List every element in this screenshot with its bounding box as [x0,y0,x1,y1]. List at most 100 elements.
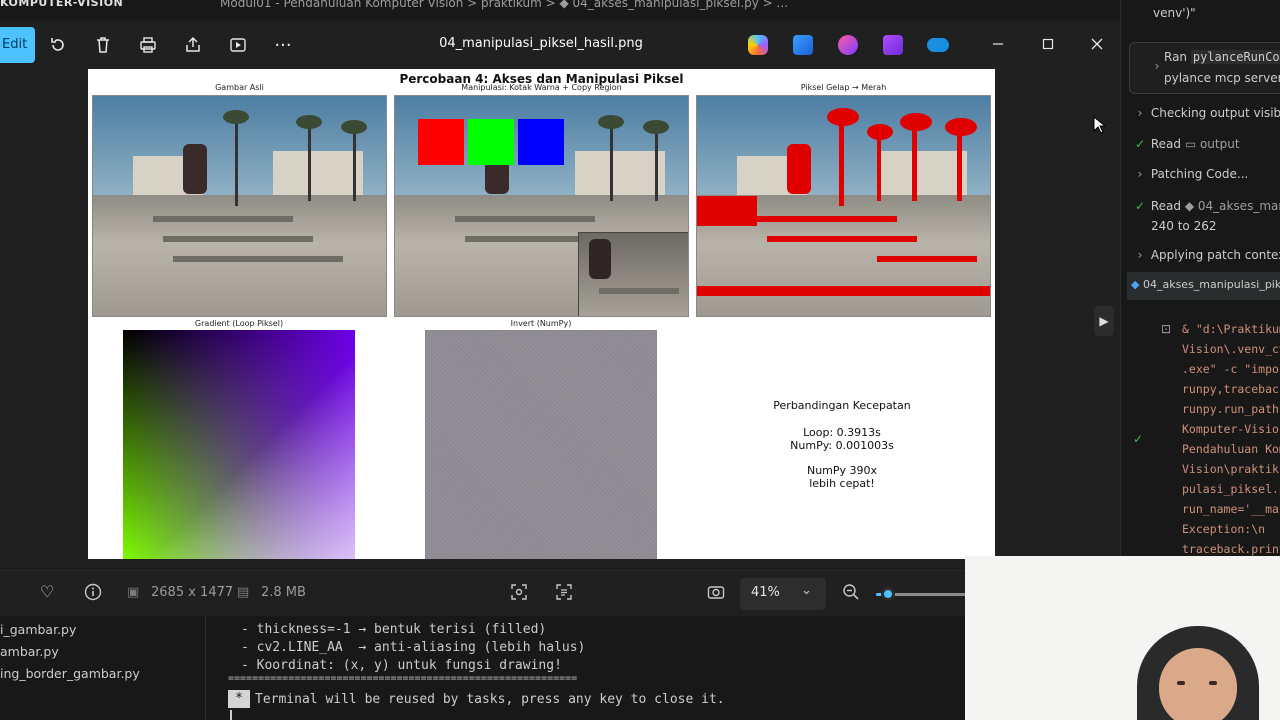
designer-icon[interactable] [793,35,813,55]
rotate-icon[interactable] [43,30,73,60]
terminal-star-marker: * [228,690,250,708]
chevron-right-icon: › [1137,167,1143,181]
terminal-cursor [230,710,232,720]
speed-heading: Perbandingan Kecepatan [773,399,911,412]
terminal-icon: ⊡ [1161,322,1172,336]
red-box [418,119,464,165]
chat-item-read-file[interactable]: ✓ Read ◆ 04_akses_manipulasi_piksel.py [1133,199,1280,213]
copilot-icon[interactable] [748,35,768,55]
ran-server: pylance mcp server [1164,71,1280,85]
delete-icon[interactable] [88,30,118,60]
chat-chip: ▭ output [1184,137,1240,151]
code-line: Pendahuluan Kom [1182,442,1280,456]
terminal-line: - Koordinat: (x, y) untuk fungsi drawing… [241,658,562,673]
chat-item-label: Read [1150,137,1181,151]
panel-title-dark-to-red: Piksel Gelap → Merah [800,83,887,92]
chat-chip-label: 04_akses_manipulasi_piksel.py [1197,199,1280,213]
chat-item-checking[interactable]: › Checking output visibility [1133,106,1280,120]
visual-search-icon[interactable] [510,583,528,605]
maximize-icon[interactable] [1033,29,1063,59]
ran-tool: pylanceRunCode [1190,50,1280,64]
blue-box [518,119,564,165]
chat-file-link[interactable]: ◆ 04_akses_manipulasi_piksel.py [1131,278,1280,291]
manipulated-image [394,95,689,317]
text-extract-icon[interactable] [555,583,573,605]
chat-item-applying[interactable]: › Applying patch context [1133,248,1280,262]
favorite-icon[interactable]: ♡ [40,582,54,601]
file-name: 04_manipulasi_piksel_hasil.png [439,36,643,51]
tool-run-box[interactable]: › Ran pylanceRunCode pylance mcp server [1129,42,1280,94]
terminal-panel[interactable]: - thickness=-1 → bentuk terisi (filled) … [205,616,965,720]
zoom-slider-thumb[interactable] [881,587,895,601]
code-line: & "d:\Praktikum [1182,322,1280,336]
zoom-out-icon[interactable] [842,583,860,605]
slideshow-icon[interactable] [223,30,253,60]
onedrive-icon[interactable] [927,38,949,52]
chat-item-patching[interactable]: › Patching Code... [1133,167,1249,181]
file-explorer: i_gambar.py ambar.py ing_border_gambar.p… [0,616,205,720]
minimize-icon[interactable] [983,29,1013,59]
code-line: Exception:\n [1182,522,1266,536]
terminal-line: - cv2.LINE_AA → anti-aliasing (lebih hal… [241,640,586,655]
file-item[interactable]: i_gambar.py [0,622,76,637]
terminal-line: - thickness=-1 → bentuk terisi (filled) [241,622,547,637]
more-options-icon[interactable]: ··· [268,30,298,60]
chat-item-range: 240 to 262 [1151,219,1217,233]
terminal-divider: ========================================… [228,673,578,684]
ran-prefix: Ran [1164,50,1188,64]
panel-title-gradient: Gradient (Loop Piksel) [194,319,284,328]
invert-image [425,330,657,559]
next-image-arrow[interactable]: ▶ [1094,306,1114,336]
file-item[interactable]: ambar.py [0,644,59,659]
check-icon: ✓ [1134,137,1146,151]
chat-snippet: venv')" [1153,6,1196,20]
chevron-down-icon: ⌄ [801,583,812,598]
filesize-icon: ▤ [237,585,250,600]
code-line: Vision\praktikum [1182,462,1280,476]
chat-item-label: Checking output visibility [1150,106,1280,120]
breadcrumb[interactable]: Modul01 - Pendahuluan Komputer Vision > … [220,0,788,10]
green-box [468,119,514,165]
person-face [1159,648,1237,720]
code-line: .exe" -c "import [1182,362,1280,376]
speed-loop: Loop: 0.3913s [803,426,881,439]
person-eye [1177,681,1185,685]
info-icon[interactable] [84,583,102,605]
python-file-icon: ◆ [1131,278,1140,291]
chat-chip: ◆ 04_akses_manipulasi_piksel.py [1185,199,1280,213]
chat-item-label: Patching Code... [1150,167,1249,181]
code-line: run_name='__mai [1182,502,1280,516]
chat-file-row[interactable]: ◆ 04_akses_manipulasi_piksel.py [1127,272,1280,300]
webcam-overlay [965,556,1280,720]
zoom-select[interactable]: 41% ⌄ [740,578,826,610]
clipchamp-icon[interactable] [838,35,858,55]
dimensions-icon: ▣ [127,585,140,600]
screenshot-icon[interactable] [707,583,725,605]
share-icon[interactable] [178,30,208,60]
file-item[interactable]: ing_border_gambar.py [0,666,140,681]
chevron-right-icon: › [1137,248,1143,262]
speed-faster: NumPy 390x [806,464,878,477]
dark-to-red-image [696,95,991,317]
edit-button[interactable]: Edit [0,27,35,63]
chevron-right-icon: › [1154,59,1160,73]
chat-panel: venv')" › Ran pylanceRunCode pylance mcp… [1120,0,1280,560]
ran-label: Ran pylanceRunCode [1164,50,1280,64]
mouse-cursor [1093,115,1107,138]
code-line: runpy,traceback [1182,382,1280,396]
speed-numpy: NumPy: 0.001003s [790,439,894,452]
copied-region [578,232,688,316]
close-icon[interactable] [1082,29,1112,59]
onenote-icon[interactable] [883,35,903,55]
chat-item-read-output[interactable]: ✓ Read ▭ output [1133,137,1240,151]
viewer-bottom-bar: ♡ ▣ 2685 x 1477 ▤ 2.8 MB 41% ⌄ [0,570,966,616]
print-icon[interactable] [133,30,163,60]
code-line: pulasi_piksel.p [1182,482,1280,496]
image-dimensions: 2685 x 1477 [151,585,234,600]
person-eye [1209,681,1217,685]
file-size: 2.8 MB [261,585,306,600]
vscode-top-strip: KOMPUTER-VISION Modul01 - Pendahuluan Ko… [0,0,1120,20]
code-line: Komputer-Vision [1182,422,1280,436]
chat-item-label: Read [1150,199,1181,213]
panel-title-original: Gambar Asli [215,83,264,92]
